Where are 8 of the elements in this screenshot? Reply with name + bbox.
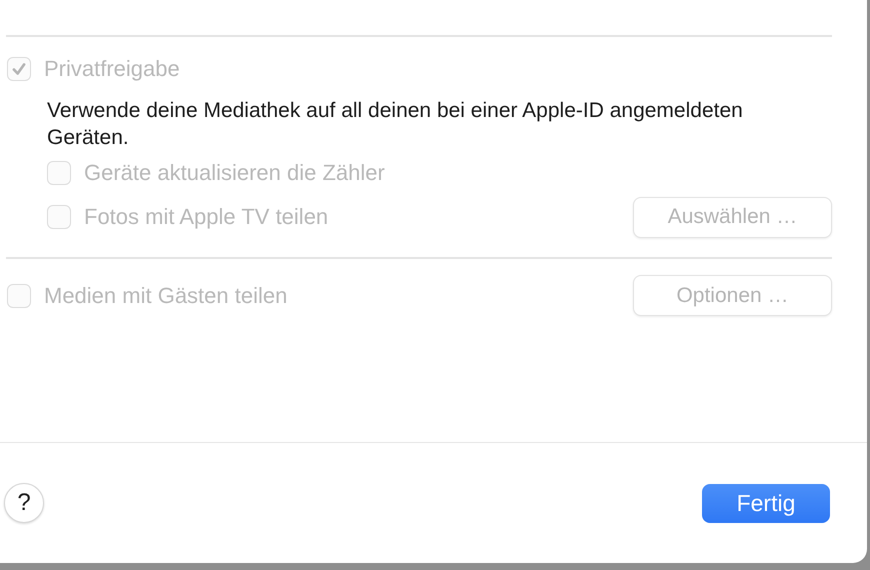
done-button[interactable]: Fertig	[702, 484, 830, 522]
checkmark-icon	[10, 60, 28, 78]
checkbox-label: Medien mit Gästen teilen	[44, 282, 288, 308]
help-button[interactable]: ?	[4, 483, 44, 523]
description-text: Verwende deine Mediathek auf all deinen bei einer Apple-ID angemeldeten Geräten.	[47, 98, 744, 151]
checkbox-label: Geräte aktualisieren die Zähler	[84, 160, 385, 186]
checkbox-label: Privatfreigabe	[44, 56, 180, 82]
checkbox-label: Fotos mit Apple TV teilen	[84, 204, 328, 230]
